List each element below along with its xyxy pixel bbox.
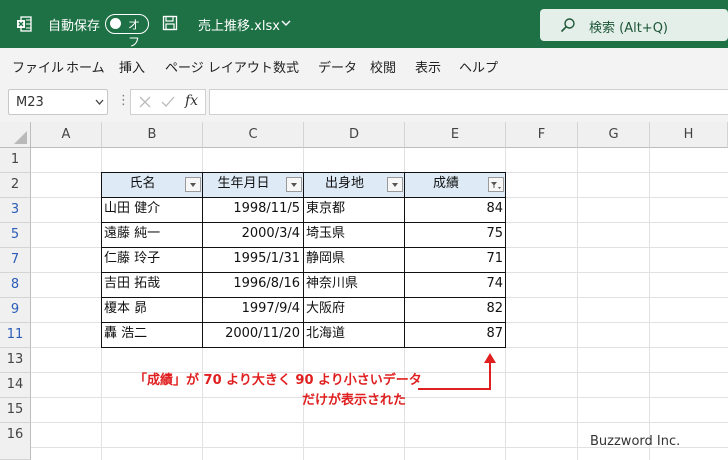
tab-home[interactable]: ホーム	[66, 57, 105, 76]
row-header-9[interactable]: 9	[0, 298, 31, 323]
filter-dropdown-button[interactable]	[286, 177, 302, 192]
worksheet-grid[interactable]: A B C D E F G H 1 2 3 5 7 8 9 11 13 14 1…	[0, 122, 728, 460]
tab-insert[interactable]: 挿入	[119, 57, 145, 76]
filter-funnel-icon	[491, 182, 501, 189]
cell-birthplace[interactable]: 北海道	[303, 322, 404, 347]
select-all-button[interactable]	[0, 122, 31, 148]
gridline	[577, 148, 578, 460]
row-header-11[interactable]: 11	[0, 323, 31, 348]
cell-score[interactable]: 84	[404, 197, 506, 222]
column-header-a[interactable]: A	[31, 122, 102, 148]
tab-file[interactable]: ファイル	[12, 57, 64, 76]
annotation-line-1: 「成績」が 70 より大きく 90 より小さいデータ	[134, 373, 422, 388]
row-header-14[interactable]: 14	[0, 373, 31, 398]
tab-page-layout[interactable]: ページ レイアウト	[165, 57, 273, 76]
name-box-value: M23	[16, 95, 44, 110]
filter-dropdown-button[interactable]	[387, 177, 403, 192]
annotation-line-2: だけが表示された	[302, 393, 407, 408]
cell-score[interactable]: 87	[404, 322, 506, 347]
autosave-toggle[interactable]: オフ	[105, 14, 149, 49]
tab-data[interactable]: データ	[318, 57, 357, 76]
tab-help[interactable]: ヘルプ	[459, 57, 498, 76]
row-header-1[interactable]: 1	[0, 148, 31, 173]
row-header-5[interactable]: 5	[0, 223, 31, 248]
cell-birthdate[interactable]: 2000/3/4	[202, 222, 303, 247]
cell-name[interactable]: 轟 浩二	[101, 322, 202, 347]
tab-review[interactable]: 校閲	[370, 57, 396, 76]
formula-buttons: fx	[130, 89, 206, 115]
row-header-8[interactable]: 8	[0, 273, 31, 298]
chevron-down-icon[interactable]	[281, 19, 291, 27]
cell-name[interactable]: 遠藤 純一	[101, 222, 202, 247]
cell-birthdate[interactable]: 2000/11/20	[202, 322, 303, 347]
search-placeholder: 検索 (Alt+Q)	[589, 21, 669, 36]
column-header-f[interactable]: F	[506, 122, 578, 148]
row-header-2[interactable]: 2	[0, 173, 31, 198]
row-header-13[interactable]: 13	[0, 348, 31, 373]
cell-birthdate[interactable]: 1998/11/5	[202, 197, 303, 222]
excel-logo-icon[interactable]	[16, 16, 32, 32]
row-header-7[interactable]: 7	[0, 248, 31, 273]
filter-dropdown-button[interactable]	[185, 177, 201, 192]
cell-birthdate[interactable]: 1995/1/31	[202, 247, 303, 272]
chevron-down-icon[interactable]	[95, 99, 104, 105]
search-box[interactable]: 検索 (Alt+Q)	[540, 9, 728, 41]
cell-name[interactable]: 榎本 昴	[101, 297, 202, 322]
formula-bar: M23 ⋮ fx	[0, 82, 728, 123]
cell-name[interactable]: 吉田 拓哉	[101, 272, 202, 297]
autosave-state: オフ	[128, 18, 141, 49]
name-box[interactable]: M23	[8, 89, 108, 115]
formula-input[interactable]	[209, 89, 728, 115]
cell-birthplace[interactable]: 大阪府	[303, 297, 404, 322]
cell-name[interactable]: 山田 健介	[101, 197, 202, 222]
column-header-b[interactable]: B	[102, 122, 203, 148]
column-header-h[interactable]: H	[650, 122, 728, 148]
cell-birthdate[interactable]: 1997/9/4	[202, 297, 303, 322]
title-bar: 自動保存 オフ 売上推移.xlsx 検索 (Alt+Q)	[0, 0, 728, 49]
enter-check-icon[interactable]	[161, 96, 175, 108]
dropdown-arrow-icon	[392, 183, 398, 187]
row-header-16[interactable]: 16	[0, 423, 31, 460]
separator-icon: ⋮	[117, 93, 130, 108]
cell-name[interactable]: 仁藤 玲子	[101, 247, 202, 272]
tab-view[interactable]: 表示	[415, 57, 441, 76]
cell-birthplace[interactable]: 東京都	[303, 197, 404, 222]
dropdown-arrow-icon	[190, 183, 196, 187]
filter-active-button[interactable]	[488, 177, 504, 192]
dropdown-arrow-icon	[291, 183, 297, 187]
cell-score[interactable]: 82	[404, 297, 506, 322]
cell-birthplace[interactable]: 静岡県	[303, 247, 404, 272]
tab-formulas[interactable]: 数式	[273, 57, 299, 76]
save-icon[interactable]	[162, 15, 178, 31]
cell-score[interactable]: 75	[404, 222, 506, 247]
data-table: 氏名 生年月日 出身地 成績 山田 健介 1998/11/5 東京都 84 遠藤…	[101, 172, 506, 348]
row-header-3[interactable]: 3	[0, 198, 31, 223]
row-header-15[interactable]: 15	[0, 398, 31, 423]
insert-function-button[interactable]: fx	[185, 93, 198, 109]
gridline	[31, 422, 728, 423]
file-name[interactable]: 売上推移.xlsx	[198, 15, 280, 34]
column-header-e[interactable]: E	[405, 122, 506, 148]
cell-score[interactable]: 74	[404, 272, 506, 297]
search-icon	[560, 18, 575, 33]
gridline	[649, 148, 650, 460]
cell-birthdate[interactable]: 1996/8/16	[202, 272, 303, 297]
column-header-g[interactable]: G	[578, 122, 650, 148]
annotation-arrow-icon	[418, 353, 496, 390]
column-header-d[interactable]: D	[304, 122, 405, 148]
cell-birthplace[interactable]: 埼玉県	[303, 222, 404, 247]
cell-score[interactable]: 71	[404, 247, 506, 272]
cancel-icon[interactable]	[139, 96, 151, 108]
column-header-c[interactable]: C	[203, 122, 304, 148]
ribbon-tabs: ファイル ホーム 挿入 ページ レイアウト 数式 データ 校閲 表示 ヘルプ	[0, 48, 728, 82]
autosave-label: 自動保存	[48, 19, 101, 34]
cell-birthplace[interactable]: 神奈川県	[303, 272, 404, 297]
toggle-knob	[110, 18, 121, 29]
watermark: Buzzword Inc.	[590, 434, 681, 449]
